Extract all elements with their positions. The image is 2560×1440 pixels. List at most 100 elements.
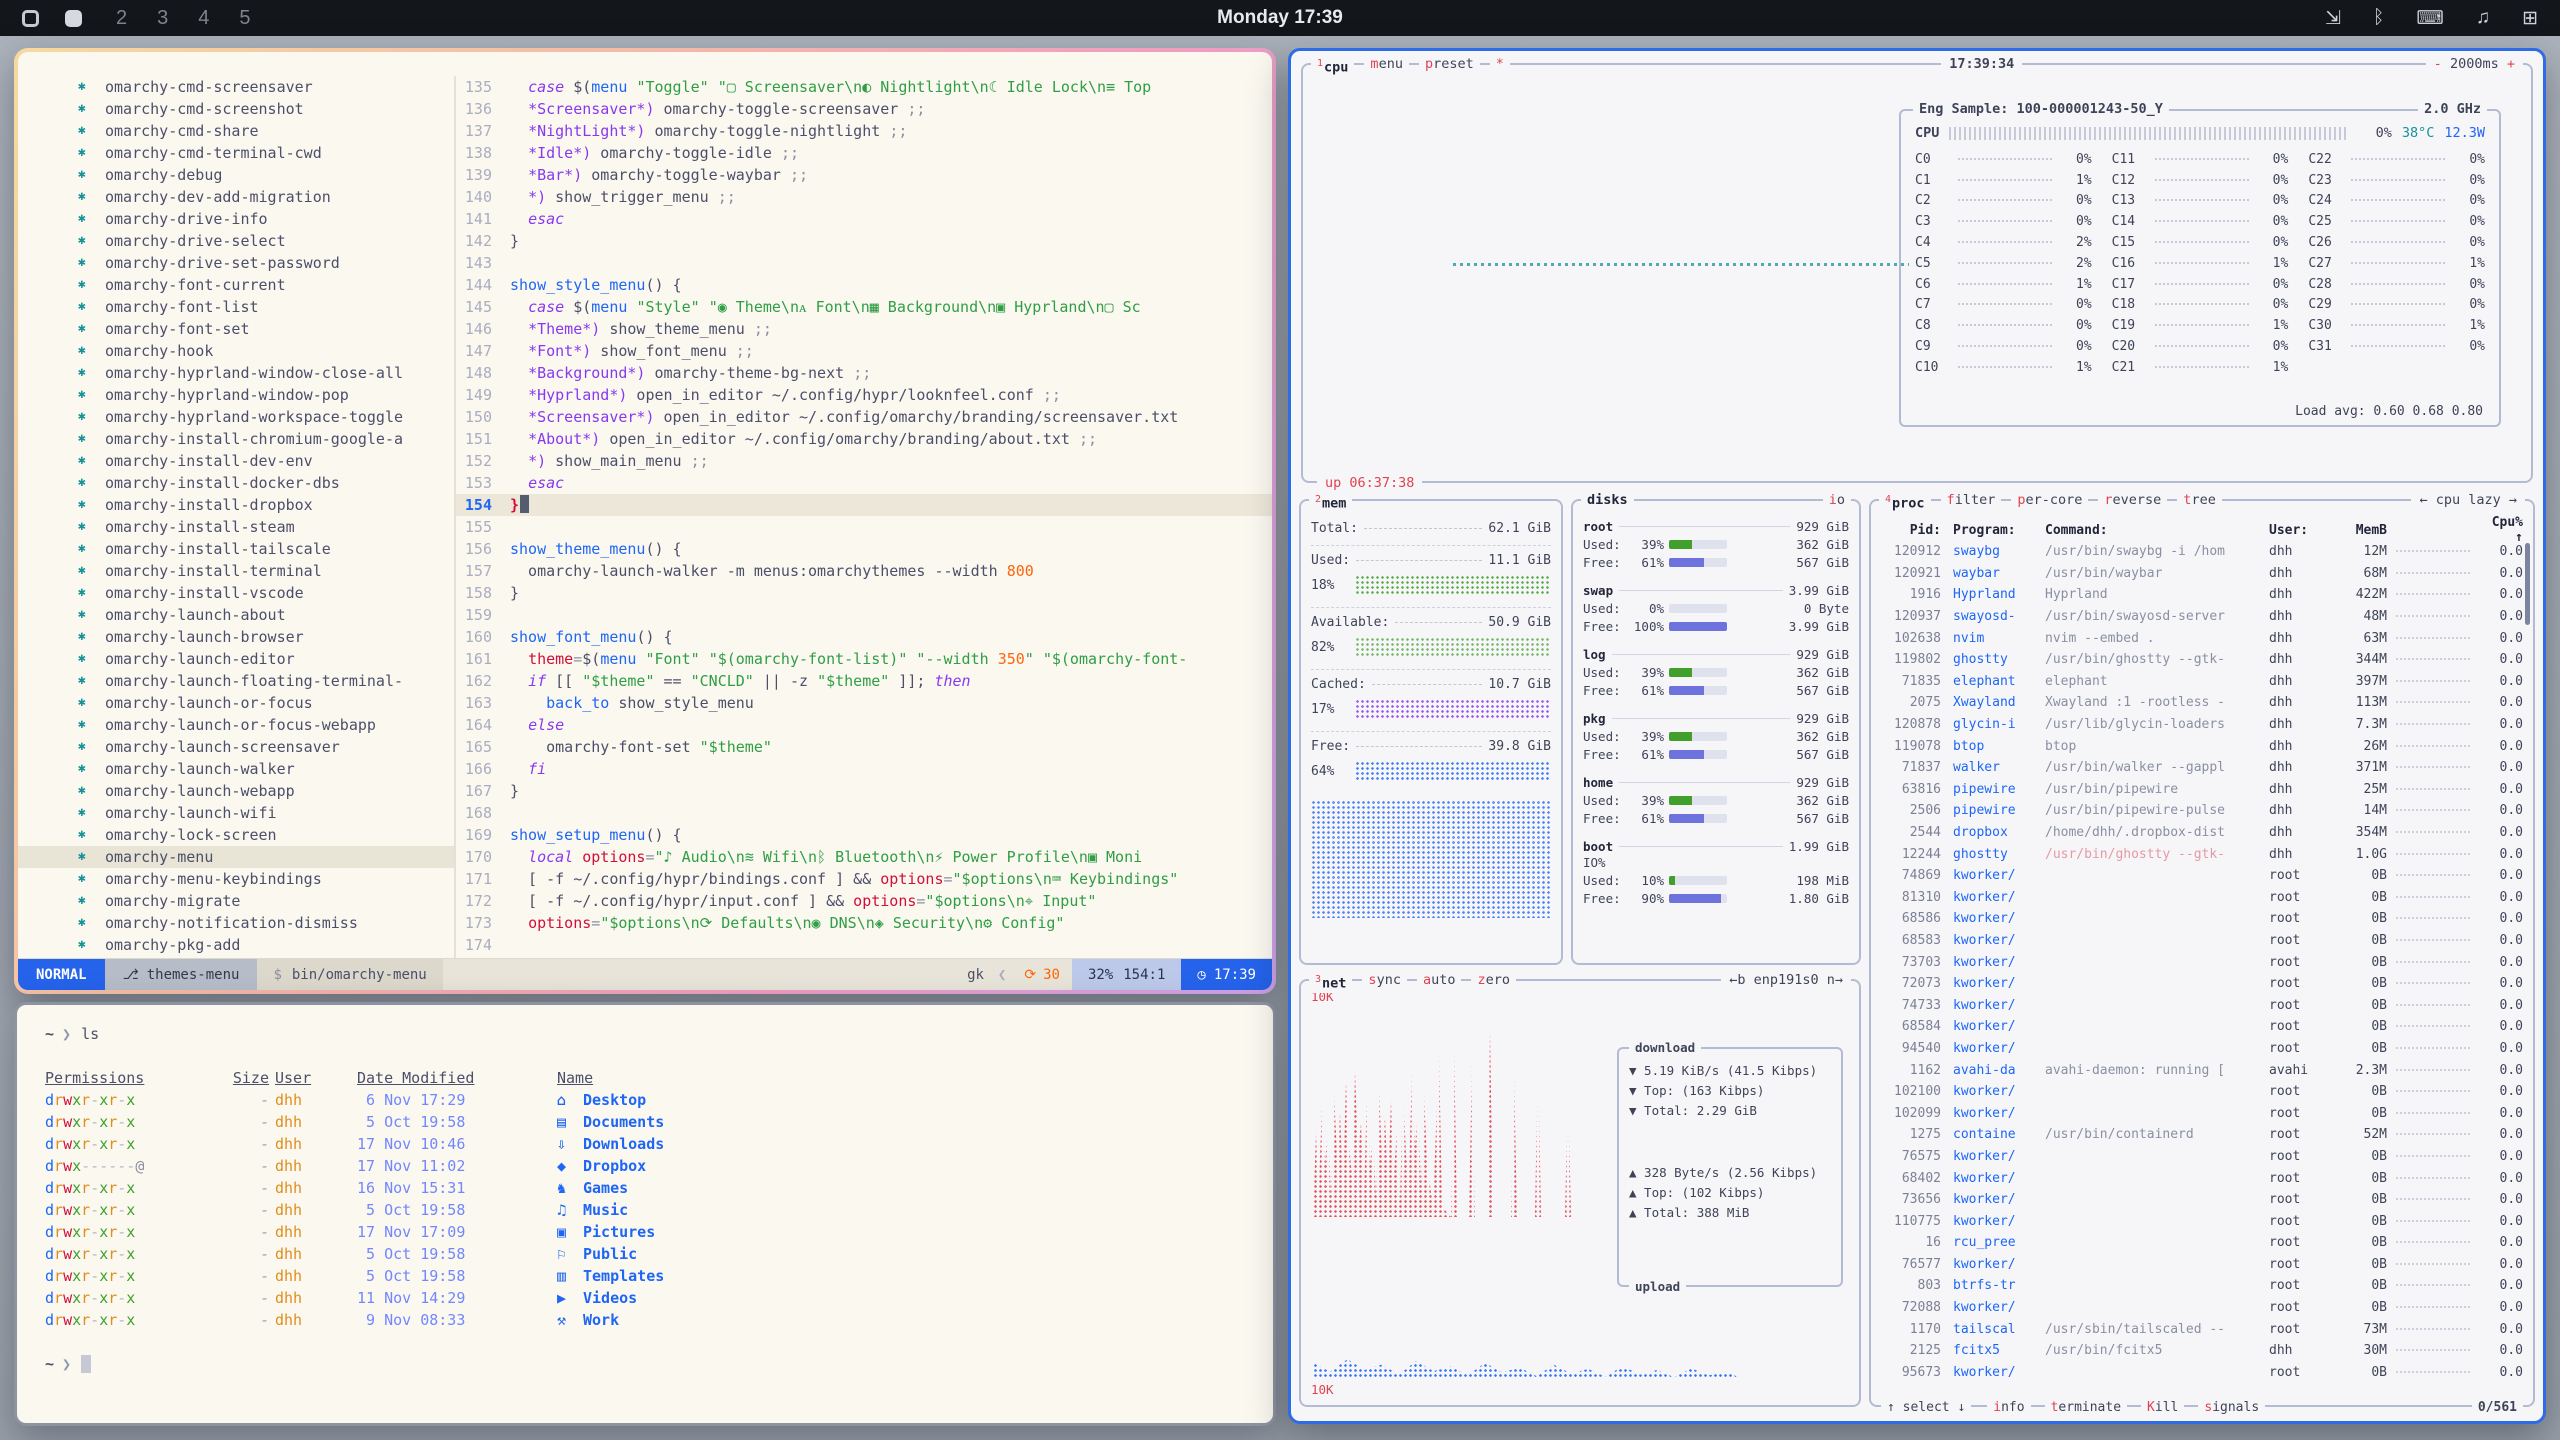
file-item[interactable]: ✱omarchy-dev-add-migration	[78, 186, 454, 208]
process-row[interactable]: 76577kworker/root0B0.0	[1881, 1254, 2523, 1276]
process-row[interactable]: 12244ghostty/usr/bin/ghostty --gtk-dhh1.…	[1881, 843, 2523, 865]
code-line[interactable]: 144show_style_menu() {	[456, 274, 1272, 296]
code-line[interactable]: 141 esac	[456, 208, 1272, 230]
code-line[interactable]: 152 *) show_main_menu ;;	[456, 450, 1272, 472]
file-item[interactable]: ✱omarchy-launch-or-focus	[78, 692, 454, 714]
process-row[interactable]: 73656kworker/root0B0.0	[1881, 1189, 2523, 1211]
process-row[interactable]: 68586kworker/root0B0.0	[1881, 908, 2523, 930]
workspace-4[interactable]: 4	[198, 7, 209, 30]
code-line[interactable]: 159	[456, 604, 1272, 626]
process-row[interactable]: 120921waybar/usr/bin/waybardhh68M0.0	[1881, 563, 2523, 585]
memory-box-title[interactable]: 2mem	[1309, 491, 1352, 513]
btop-option-percore[interactable]: per-core	[2011, 491, 2088, 513]
code-line[interactable]: 166 fi	[456, 758, 1272, 780]
process-row[interactable]: 120937swayosd-/usr/bin/swayosd-serverdhh…	[1881, 606, 2523, 628]
btop-option-sync[interactable]: sync	[1362, 971, 1407, 993]
process-row[interactable]: 68584kworker/root0B0.0	[1881, 1016, 2523, 1038]
file-item[interactable]: ✱omarchy-launch-screensaver	[78, 736, 454, 758]
process-row[interactable]: 71837walker/usr/bin/walker --gappldhh371…	[1881, 757, 2523, 779]
file-item[interactable]: ✱omarchy-install-docker-dbs	[78, 472, 454, 494]
file-item[interactable]: ✱omarchy-lock-screen	[78, 824, 454, 846]
workspace-icon-outline[interactable]	[22, 10, 39, 27]
file-item[interactable]: ✱omarchy-launch-floating-terminal-	[78, 670, 454, 692]
file-item[interactable]: ✱omarchy-font-list	[78, 296, 454, 318]
btop-option-tree[interactable]: tree	[2177, 491, 2222, 513]
file-item[interactable]: ✱omarchy-launch-walker	[78, 758, 454, 780]
file-item[interactable]: ✱omarchy-drive-info	[78, 208, 454, 230]
code-line[interactable]: 137 *NightLight*) omarchy-toggle-nightli…	[456, 120, 1272, 142]
process-box-title[interactable]: 4proc	[1879, 491, 1931, 513]
code-line[interactable]: 171 [ -f ~/.config/hypr/bindings.conf ] …	[456, 868, 1272, 890]
process-row[interactable]: 63816pipewire/usr/bin/pipewiredhh25M0.0	[1881, 779, 2523, 801]
process-row[interactable]: 95673kworker/root0B0.0	[1881, 1362, 2523, 1384]
process-sort-selector[interactable]: ← cpu lazy →	[2411, 491, 2525, 513]
file-item[interactable]: ✱omarchy-menu-keybindings	[78, 868, 454, 890]
code-line[interactable]: 174	[456, 934, 1272, 956]
file-item[interactable]: ✱omarchy-font-set	[78, 318, 454, 340]
code-line[interactable]: 145 case $(menu "Style" "◉ Theme\nᴀ Font…	[456, 296, 1272, 318]
code-line[interactable]: 149 *Hyprland*) open_in_editor ~/.config…	[456, 384, 1272, 406]
process-row[interactable]: 2506pipewire/usr/bin/pipewire-pulsedhh14…	[1881, 800, 2523, 822]
code-line[interactable]: 143	[456, 252, 1272, 274]
code-line[interactable]: 146 *Theme*) show_theme_menu ;;	[456, 318, 1272, 340]
file-item[interactable]: ✱omarchy-install-steam	[78, 516, 454, 538]
process-row[interactable]: 102099kworker/root0B0.0	[1881, 1102, 2523, 1124]
select-hint[interactable]: ↑ select ↓	[1881, 1400, 1971, 1415]
file-item[interactable]: ✱omarchy-hyprland-window-pop	[78, 384, 454, 406]
code-line[interactable]: 156show_theme_menu() {	[456, 538, 1272, 560]
file-item[interactable]: ✱omarchy-cmd-screensaver	[78, 76, 454, 98]
file-item[interactable]: ✱omarchy-install-tailscale	[78, 538, 454, 560]
btop-option-preset[interactable]: preset	[1419, 55, 1480, 77]
file-item[interactable]: ✱omarchy-debug	[78, 164, 454, 186]
process-row[interactable]: 2075XwaylandXwayland :1 -rootless -dhh11…	[1881, 692, 2523, 714]
code-line[interactable]: 157 omarchy-launch-walker -m menus:omarc…	[456, 560, 1272, 582]
process-row[interactable]: 81310kworker/root0B0.0	[1881, 887, 2523, 909]
code-line[interactable]: 169show_setup_menu() {	[456, 824, 1272, 846]
workspace-1-active-icon[interactable]	[65, 10, 82, 27]
process-row[interactable]: 1916HyprlandHyprlanddhh422M0.0	[1881, 584, 2523, 606]
file-item[interactable]: ✱omarchy-hook	[78, 340, 454, 362]
code-line[interactable]: 148 *Background*) omarchy-theme-bg-next …	[456, 362, 1272, 384]
process-row[interactable]: 68583kworker/root0B0.0	[1881, 930, 2523, 952]
app-menu-icon[interactable]: ⊞	[2522, 7, 2538, 30]
code-line[interactable]: 136 *Screensaver*) omarchy-toggle-screen…	[456, 98, 1272, 120]
file-item[interactable]: ✱omarchy-font-current	[78, 274, 454, 296]
network-box-title[interactable]: 3net	[1309, 971, 1352, 993]
file-item[interactable]: ✱omarchy-install-dev-env	[78, 450, 454, 472]
code-line[interactable]: 147 *Font*) show_font_menu ;;	[456, 340, 1272, 362]
workspace-5[interactable]: 5	[239, 7, 250, 30]
code-line[interactable]: 168	[456, 802, 1272, 824]
disks-box-title[interactable]: disks	[1581, 491, 1634, 509]
btop-option-filter[interactable]: filter	[1941, 491, 2002, 513]
screencast-icon[interactable]: ⇲	[2325, 7, 2341, 30]
code-line[interactable]: 135 case $(menu "Toggle" "▢ Screensaver\…	[456, 76, 1272, 98]
code-line[interactable]: 173 options="$options\n⟳ Defaults\n◉ DNS…	[456, 912, 1272, 934]
btop-option-menu[interactable]: menu	[1364, 55, 1409, 77]
bluetooth-icon[interactable]: ᛒ	[2373, 7, 2384, 30]
footer-option-terminate[interactable]: terminate	[2045, 1400, 2127, 1415]
process-row[interactable]: 71835elephantelephantdhh397M0.0	[1881, 671, 2523, 693]
file-item[interactable]: ✱omarchy-launch-webapp	[78, 780, 454, 802]
file-item[interactable]: ✱omarchy-migrate	[78, 890, 454, 912]
process-row[interactable]: 2544dropbox/home/dhh/.dropbox-distdhh354…	[1881, 822, 2523, 844]
footer-option-kill[interactable]: Kill	[2141, 1400, 2184, 1415]
code-line[interactable]: 170 local options="♪ Audio\n≋ Wifi\nᛒ Bl…	[456, 846, 1272, 868]
btop-option-reverse[interactable]: reverse	[2098, 491, 2167, 513]
process-row[interactable]: 73703kworker/root0B0.0	[1881, 951, 2523, 973]
process-row[interactable]: 68402kworker/root0B0.0	[1881, 1167, 2523, 1189]
code-line[interactable]: 158}	[456, 582, 1272, 604]
update-interval-control[interactable]: - 2000ms +	[2426, 55, 2523, 77]
process-row[interactable]: 2125fcitx5/usr/bin/fcitx5dhh30M0.0	[1881, 1340, 2523, 1362]
file-item[interactable]: ✱omarchy-drive-select	[78, 230, 454, 252]
process-row[interactable]: 120912swaybg/usr/bin/swaybg -i /homdhh12…	[1881, 541, 2523, 563]
process-scrollbar[interactable]	[2525, 543, 2530, 625]
process-row[interactable]: 94540kworker/root0B0.0	[1881, 1038, 2523, 1060]
process-row[interactable]: 1275containe/usr/bin/containerdroot52M0.…	[1881, 1124, 2523, 1146]
code-line[interactable]: 162 if [[ "$theme" == "CNCLD" || -z "$th…	[456, 670, 1272, 692]
file-item[interactable]: ✱omarchy-install-terminal	[78, 560, 454, 582]
file-item[interactable]: ✱omarchy-launch-or-focus-webapp	[78, 714, 454, 736]
terminal-cursor[interactable]	[81, 1355, 91, 1373]
process-row[interactable]: 119802ghostty/usr/bin/ghostty --gtk-dhh3…	[1881, 649, 2523, 671]
process-row[interactable]: 72088kworker/root0B0.0	[1881, 1297, 2523, 1319]
btop-option-auto[interactable]: auto	[1417, 971, 1462, 993]
